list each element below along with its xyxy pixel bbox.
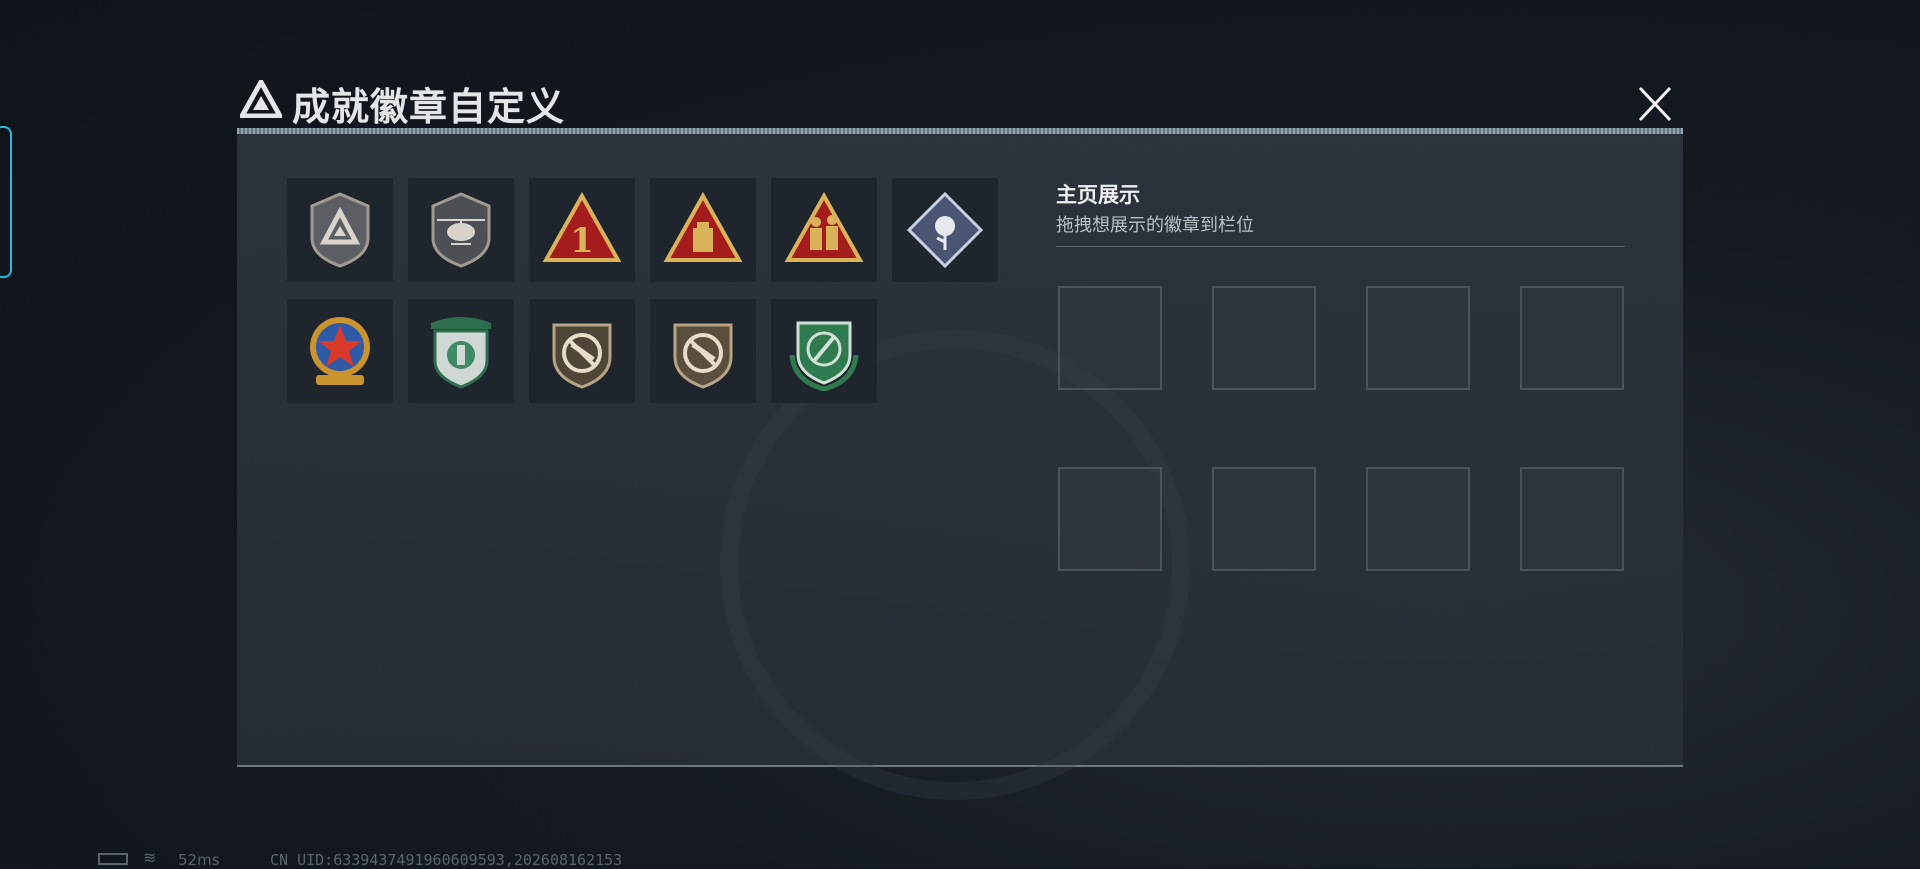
soldiers-triangle-icon xyxy=(784,191,864,262)
showcase-slot-4[interactable] xyxy=(1520,286,1624,390)
showcase-slot-6[interactable] xyxy=(1212,467,1316,571)
package-triangle-icon xyxy=(663,191,743,262)
page-title: 成就徽章自定义 xyxy=(292,85,566,129)
showcase-slot-7[interactable] xyxy=(1366,467,1470,571)
triangle-logo-icon xyxy=(240,80,282,118)
badge-slot-soldiers[interactable] xyxy=(771,178,877,282)
ping-readout: 52ms xyxy=(178,851,220,869)
panel-top-border xyxy=(237,128,1683,134)
badge-slot-rifle-2[interactable] xyxy=(650,299,756,403)
showcase-slot-3[interactable] xyxy=(1366,286,1470,390)
wifi-icon: ≋ xyxy=(143,848,157,867)
badge-slot-rose[interactable] xyxy=(892,178,998,282)
showcase-subtitle: 拖拽想展示的徽章到栏位 xyxy=(1056,215,1254,236)
showcase-slot-2[interactable] xyxy=(1212,286,1316,390)
rose-diamond-icon xyxy=(906,191,984,269)
battery-icon xyxy=(98,853,128,865)
triangle-shield-icon xyxy=(310,192,370,268)
showcase-divider xyxy=(1056,246,1625,247)
badge-slot-star-medal[interactable] xyxy=(287,299,393,403)
rifle-shield-icon-2 xyxy=(673,323,733,389)
svg-text:1: 1 xyxy=(570,221,594,261)
rifle-shield-icon xyxy=(552,323,612,389)
green-shield-icon xyxy=(431,317,491,389)
badge-slot-triangle-shield[interactable] xyxy=(287,178,393,282)
number-one-triangle-icon: 1 xyxy=(542,191,622,262)
showcase-title: 主页展示 xyxy=(1056,183,1140,207)
star-medal-icon xyxy=(310,317,370,385)
badge-slot-green-shield[interactable] xyxy=(408,299,514,403)
close-button[interactable] xyxy=(1630,82,1680,126)
badge-slot-package[interactable] xyxy=(650,178,756,282)
green-knife-shield-icon xyxy=(789,321,859,391)
helicopter-shield-icon xyxy=(431,192,491,268)
badge-slot-green-knife[interactable] xyxy=(771,299,877,403)
showcase-slot-1[interactable] xyxy=(1058,286,1162,390)
badge-slot-helicopter[interactable] xyxy=(408,178,514,282)
badge-slot-number-one[interactable]: 1 xyxy=(529,178,635,282)
showcase-slot-5[interactable] xyxy=(1058,467,1162,571)
side-tab-handle[interactable] xyxy=(0,126,12,278)
showcase-slot-8[interactable] xyxy=(1520,467,1624,571)
badge-slot-rifle[interactable] xyxy=(529,299,635,403)
uid-readout: CN UID:6339437491960609593,202608162153 xyxy=(270,851,623,869)
close-icon[interactable] xyxy=(1630,82,1680,126)
